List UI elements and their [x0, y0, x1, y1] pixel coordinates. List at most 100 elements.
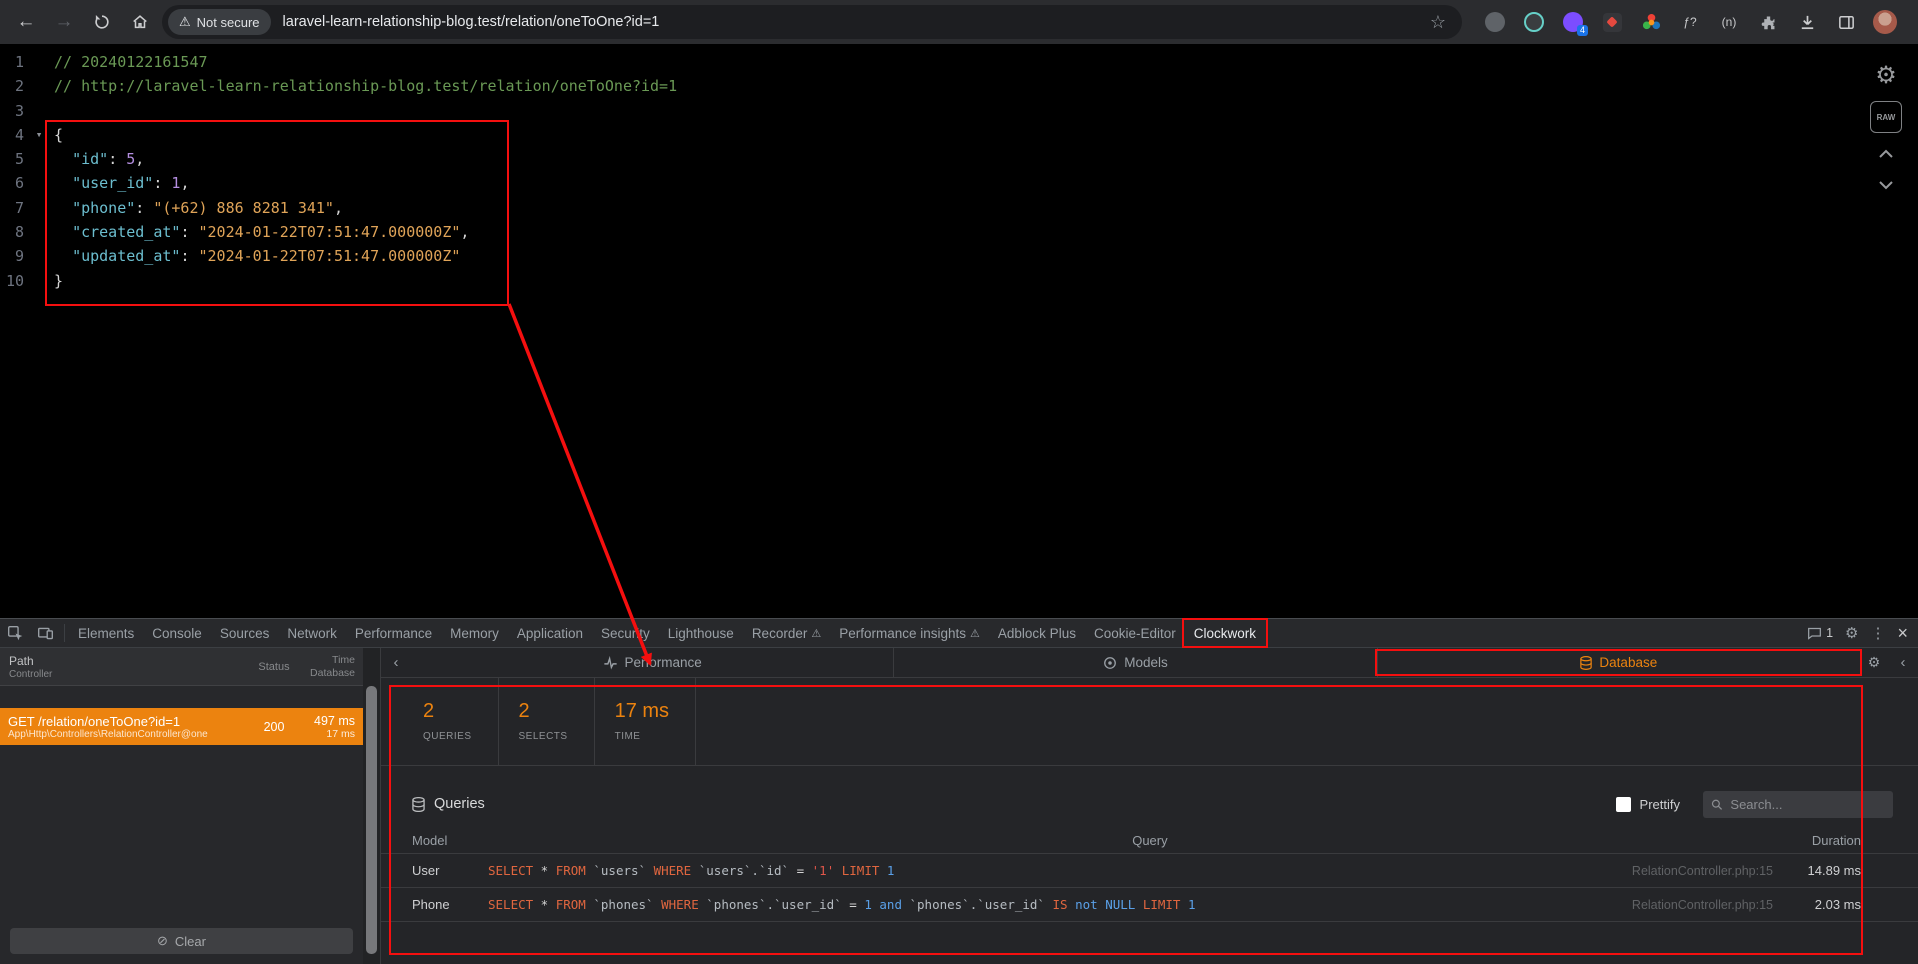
- extension-icon-2[interactable]: [1521, 9, 1547, 35]
- tab-clockwork[interactable]: Clockwork: [1185, 619, 1265, 647]
- viewer-settings-gear-icon[interactable]: ⚙: [1875, 64, 1897, 88]
- device-toolbar-icon[interactable]: [30, 619, 60, 647]
- tab-elements[interactable]: Elements: [69, 619, 143, 647]
- console-messages-icon[interactable]: 1: [1807, 626, 1833, 641]
- code-line: 10}: [0, 269, 1848, 293]
- tab-label: Database: [1599, 655, 1657, 670]
- devtools-actions: 1 ⚙ ⋮ ×: [1807, 623, 1918, 644]
- experiment-badge-icon: ⚠: [970, 627, 980, 640]
- clockwork-tab-database[interactable]: Database: [1377, 648, 1860, 677]
- tab-cookie-editor[interactable]: Cookie-Editor: [1085, 619, 1185, 647]
- database-icon: [1580, 656, 1592, 670]
- tab-application[interactable]: Application: [508, 619, 592, 647]
- experiment-badge-icon: ⚠: [811, 627, 821, 640]
- code-text: "updated_at": "2024-01-22T07:51:47.00000…: [54, 244, 1848, 268]
- extension-icon-5[interactable]: [1638, 9, 1664, 35]
- bookmark-star-icon[interactable]: ☆: [1430, 12, 1446, 33]
- back-icon[interactable]: ←: [10, 6, 42, 38]
- stat-value: 2: [519, 700, 568, 723]
- devtools-close-icon[interactable]: ×: [1897, 623, 1908, 644]
- tab-security[interactable]: Security: [592, 619, 659, 647]
- downloads-icon[interactable]: [1794, 9, 1820, 35]
- tab-performance[interactable]: Performance: [346, 619, 441, 647]
- extension-icon-n[interactable]: (n): [1716, 9, 1742, 35]
- scroll-down-icon[interactable]: [1878, 177, 1894, 195]
- tab-label: Security: [601, 626, 650, 641]
- tab-lighthouse[interactable]: Lighthouse: [659, 619, 743, 647]
- tab-memory[interactable]: Memory: [441, 619, 508, 647]
- tab-adblock-plus[interactable]: Adblock Plus: [989, 619, 1085, 647]
- stat-label: TIME: [615, 731, 669, 742]
- url-text: laravel-learn-relationship-blog.test/rel…: [283, 14, 660, 30]
- stat-time: 17 msTIME: [595, 678, 696, 765]
- search-input[interactable]: [1728, 796, 1885, 813]
- query-duration: 14.89 ms: [1791, 863, 1861, 878]
- extensions-puzzle-icon[interactable]: [1755, 9, 1781, 35]
- tab-performance-insights[interactable]: Performance insights⚠: [830, 619, 989, 647]
- panel-collapse-icon[interactable]: ‹: [1888, 654, 1918, 671]
- query-search[interactable]: [1703, 791, 1893, 818]
- clockwork-tab-performance[interactable]: Performance: [411, 648, 893, 677]
- tab-sources[interactable]: Sources: [211, 619, 279, 647]
- tab-label: Sources: [220, 626, 270, 641]
- scrollbar-thumb[interactable]: [366, 686, 377, 954]
- tab-label: Performance: [625, 655, 702, 670]
- devtools-menu-icon[interactable]: ⋮: [1870, 624, 1885, 642]
- forward-icon[interactable]: →: [48, 6, 80, 38]
- tab-label: Application: [517, 626, 583, 641]
- query-duration: 2.03 ms: [1791, 897, 1861, 912]
- query-row: PhoneSELECT * FROM `phones` WHERE `phone…: [381, 888, 1918, 922]
- raw-toggle-button[interactable]: RAW: [1870, 101, 1902, 133]
- tabs-scroll-left-icon[interactable]: ‹: [381, 654, 411, 671]
- extension-icon-f[interactable]: ƒ?: [1677, 9, 1703, 35]
- request-path: GET /relation/oneToOne?id=1: [8, 714, 250, 729]
- caret-spacer: [24, 220, 54, 244]
- side-panel-icon[interactable]: [1833, 9, 1859, 35]
- profile-avatar[interactable]: [1872, 9, 1898, 35]
- inspect-element-icon[interactable]: [0, 619, 30, 647]
- line-number: 2: [0, 74, 24, 98]
- request-row[interactable]: GET /relation/oneToOne?id=1App\Http\Cont…: [0, 708, 363, 745]
- code-line: 8 "created_at": "2024-01-22T07:51:47.000…: [0, 220, 1848, 244]
- code-text: "created_at": "2024-01-22T07:51:47.00000…: [54, 220, 1848, 244]
- query-file-link[interactable]: RelationController.php:15: [1632, 864, 1773, 878]
- tab-label: Console: [152, 626, 202, 641]
- collapse-caret-icon[interactable]: ▾: [24, 123, 54, 147]
- sidebar-scrollbar[interactable]: [363, 648, 380, 964]
- tab-recorder[interactable]: Recorder⚠: [743, 619, 830, 647]
- devtools-tabs: ElementsConsoleSourcesNetworkPerformance…: [69, 619, 1265, 647]
- page-content: 1// 202401221615472// http://laravel-lea…: [0, 44, 1918, 618]
- reload-icon[interactable]: [86, 6, 118, 38]
- caret-spacer: [24, 50, 54, 74]
- browser-menu-icon[interactable]: ⋮: [1911, 9, 1918, 35]
- extension-icon-4[interactable]: [1599, 9, 1625, 35]
- not-secure-badge[interactable]: ⚠ Not secure: [168, 9, 271, 35]
- clockwork-settings-icon[interactable]: ⚙: [1860, 654, 1888, 671]
- model-column-header: Model: [412, 833, 488, 848]
- caret-spacer: [24, 196, 54, 220]
- devtools-settings-icon[interactable]: ⚙: [1845, 624, 1858, 642]
- stat-queries: 2QUERIES: [403, 678, 499, 765]
- extension-icon-1[interactable]: [1482, 9, 1508, 35]
- clockwork-tab-models[interactable]: Models: [893, 648, 1376, 677]
- tab-network[interactable]: Network: [278, 619, 346, 647]
- query-file-link[interactable]: RelationController.php:15: [1632, 898, 1773, 912]
- caret-spacer: [24, 244, 54, 268]
- line-number: 5: [0, 147, 24, 171]
- line-number: 10: [0, 269, 24, 293]
- home-icon[interactable]: [124, 6, 156, 38]
- url-bar[interactable]: ⚠ Not secure laravel-learn-relationship-…: [162, 5, 1462, 39]
- clear-button[interactable]: ⊘ Clear: [10, 928, 353, 954]
- scroll-up-icon[interactable]: [1878, 146, 1894, 164]
- code-text: "user_id": 1,: [54, 171, 1848, 195]
- line-number: 1: [0, 50, 24, 74]
- tab-console[interactable]: Console: [143, 619, 211, 647]
- extension-icon-3[interactable]: 4: [1560, 9, 1586, 35]
- queries-header: Queries Prettify: [381, 788, 1918, 820]
- request-status: 200: [250, 720, 298, 734]
- prettify-checkbox[interactable]: [1616, 797, 1631, 812]
- search-icon: [1711, 798, 1722, 811]
- status-column-label: Status: [250, 661, 298, 673]
- query-sql: SELECT * FROM `phones` WHERE `phones`.`u…: [488, 897, 1632, 912]
- query-model: User: [412, 863, 488, 878]
